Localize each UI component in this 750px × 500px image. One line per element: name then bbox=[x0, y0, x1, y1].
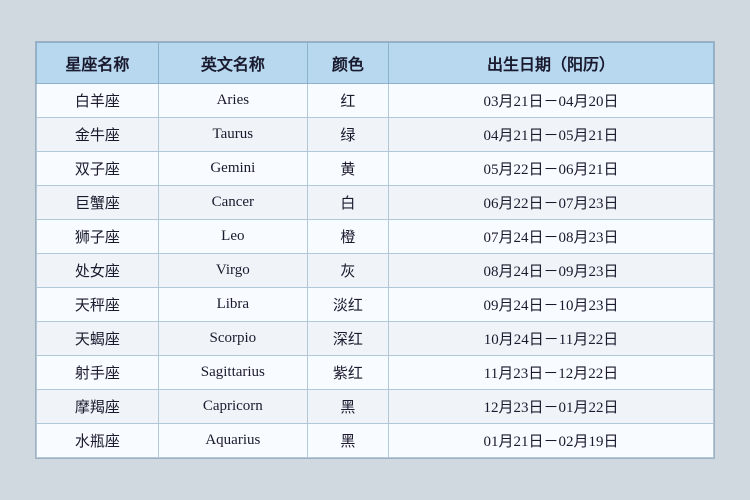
cell-date: 07月24日－08月23日 bbox=[389, 220, 714, 254]
table-row: 狮子座Leo橙07月24日－08月23日 bbox=[37, 220, 714, 254]
zodiac-table: 星座名称 英文名称 颜色 出生日期（阳历） 白羊座Aries红03月21日－04… bbox=[36, 42, 714, 458]
cell-en: Gemini bbox=[158, 152, 307, 186]
cell-en: Virgo bbox=[158, 254, 307, 288]
table-row: 巨蟹座Cancer白06月22日－07月23日 bbox=[37, 186, 714, 220]
table-row: 天蝎座Scorpio深红10月24日－11月22日 bbox=[37, 322, 714, 356]
header-zh: 星座名称 bbox=[37, 43, 159, 84]
cell-zh: 天秤座 bbox=[37, 288, 159, 322]
cell-zh: 处女座 bbox=[37, 254, 159, 288]
cell-date: 01月21日－02月19日 bbox=[389, 424, 714, 458]
header-en: 英文名称 bbox=[158, 43, 307, 84]
cell-zh: 双子座 bbox=[37, 152, 159, 186]
cell-color: 灰 bbox=[307, 254, 388, 288]
cell-zh: 金牛座 bbox=[37, 118, 159, 152]
cell-color: 黄 bbox=[307, 152, 388, 186]
cell-color: 红 bbox=[307, 84, 388, 118]
cell-zh: 巨蟹座 bbox=[37, 186, 159, 220]
cell-zh: 白羊座 bbox=[37, 84, 159, 118]
cell-date: 08月24日－09月23日 bbox=[389, 254, 714, 288]
cell-date: 06月22日－07月23日 bbox=[389, 186, 714, 220]
cell-en: Taurus bbox=[158, 118, 307, 152]
cell-color: 黑 bbox=[307, 424, 388, 458]
cell-date: 03月21日－04月20日 bbox=[389, 84, 714, 118]
cell-zh: 摩羯座 bbox=[37, 390, 159, 424]
cell-date: 11月23日－12月22日 bbox=[389, 356, 714, 390]
table-row: 水瓶座Aquarius黑01月21日－02月19日 bbox=[37, 424, 714, 458]
cell-color: 黑 bbox=[307, 390, 388, 424]
cell-en: Aquarius bbox=[158, 424, 307, 458]
cell-date: 05月22日－06月21日 bbox=[389, 152, 714, 186]
cell-en: Sagittarius bbox=[158, 356, 307, 390]
cell-color: 淡红 bbox=[307, 288, 388, 322]
cell-zh: 狮子座 bbox=[37, 220, 159, 254]
cell-color: 白 bbox=[307, 186, 388, 220]
cell-color: 深红 bbox=[307, 322, 388, 356]
cell-date: 12月23日－01月22日 bbox=[389, 390, 714, 424]
cell-en: Scorpio bbox=[158, 322, 307, 356]
cell-date: 04月21日－05月21日 bbox=[389, 118, 714, 152]
cell-en: Libra bbox=[158, 288, 307, 322]
cell-en: Capricorn bbox=[158, 390, 307, 424]
cell-color: 绿 bbox=[307, 118, 388, 152]
table-row: 白羊座Aries红03月21日－04月20日 bbox=[37, 84, 714, 118]
table-row: 双子座Gemini黄05月22日－06月21日 bbox=[37, 152, 714, 186]
cell-color: 紫红 bbox=[307, 356, 388, 390]
cell-en: Leo bbox=[158, 220, 307, 254]
header-date: 出生日期（阳历） bbox=[389, 43, 714, 84]
cell-color: 橙 bbox=[307, 220, 388, 254]
table-row: 射手座Sagittarius紫红11月23日－12月22日 bbox=[37, 356, 714, 390]
header-color: 颜色 bbox=[307, 43, 388, 84]
cell-date: 09月24日－10月23日 bbox=[389, 288, 714, 322]
cell-en: Aries bbox=[158, 84, 307, 118]
cell-date: 10月24日－11月22日 bbox=[389, 322, 714, 356]
zodiac-table-container: 星座名称 英文名称 颜色 出生日期（阳历） 白羊座Aries红03月21日－04… bbox=[35, 41, 715, 459]
table-row: 金牛座Taurus绿04月21日－05月21日 bbox=[37, 118, 714, 152]
cell-en: Cancer bbox=[158, 186, 307, 220]
table-row: 天秤座Libra淡红09月24日－10月23日 bbox=[37, 288, 714, 322]
table-header-row: 星座名称 英文名称 颜色 出生日期（阳历） bbox=[37, 43, 714, 84]
cell-zh: 天蝎座 bbox=[37, 322, 159, 356]
cell-zh: 射手座 bbox=[37, 356, 159, 390]
table-row: 处女座Virgo灰08月24日－09月23日 bbox=[37, 254, 714, 288]
table-row: 摩羯座Capricorn黑12月23日－01月22日 bbox=[37, 390, 714, 424]
cell-zh: 水瓶座 bbox=[37, 424, 159, 458]
